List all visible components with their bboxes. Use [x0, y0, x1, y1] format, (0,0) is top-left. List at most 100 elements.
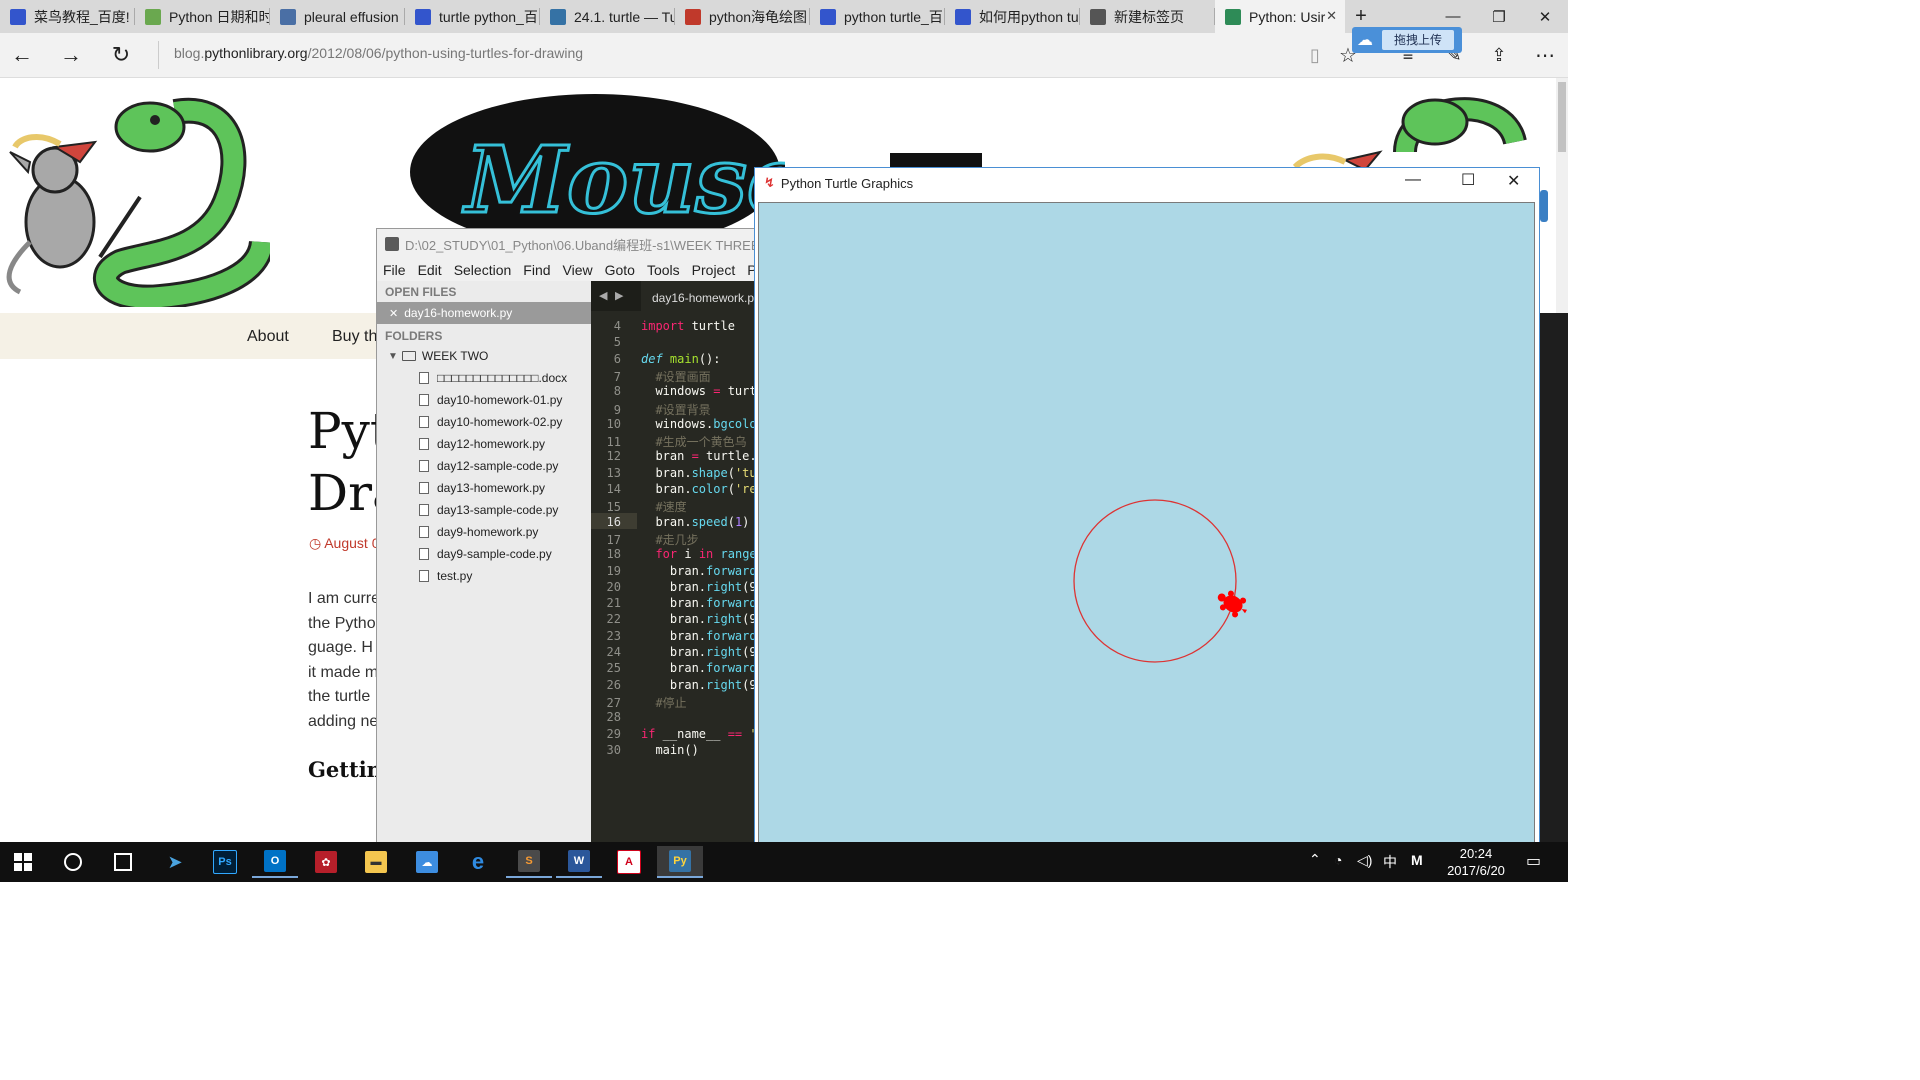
tab-title: Python: Usir [1249, 8, 1326, 25]
code-editor[interactable]: ◀ ▶ day16-homework.py 4 import turtle 5 6 de… [591, 281, 755, 843]
folders-header: FOLDERS [385, 329, 443, 343]
page-button-edge[interactable] [1540, 190, 1548, 222]
menu-project[interactable]: Project [692, 262, 736, 278]
edge-icon[interactable]: e [455, 846, 501, 878]
action-center-icon[interactable]: ▭ [1526, 851, 1541, 871]
sidebar-file-label: day13-sample-code.py [437, 503, 559, 517]
acrobat-icon[interactable]: A [606, 846, 652, 878]
scrollbar-thumb[interactable] [1558, 82, 1566, 152]
sidebar-file-item[interactable]: day12-sample-code.py [377, 455, 591, 477]
baidu-upload-popup[interactable]: ☁ 拖拽上传 [1352, 27, 1462, 53]
browser-tab[interactable]: 新建标签页 [1080, 0, 1215, 33]
editor-tab-active[interactable]: day16-homework.py [641, 281, 755, 311]
sidebar-file-item[interactable]: test.py [377, 565, 591, 587]
browser-tab[interactable]: turtle python_百 [405, 0, 540, 33]
code-line: 9 #设置背景 [613, 402, 711, 417]
turtle-window: ↯ Python Turtle Graphics — ☐ ✕ [754, 167, 1540, 857]
code-line: 7 #设置画面 [613, 369, 711, 384]
tab-title: pleural effusion [304, 8, 399, 25]
mendeley-icon[interactable]: ✿ [303, 846, 349, 878]
open-file-label: day16-homework.py [404, 306, 513, 320]
cortana-icon[interactable] [50, 846, 96, 878]
nav-link-buy[interactable]: Buy th [332, 328, 377, 346]
maximize-icon[interactable]: ☐ [1461, 170, 1475, 190]
browser-tab[interactable]: 菜鸟教程_百度! [0, 0, 135, 33]
word-icon[interactable]: W [556, 846, 602, 878]
menu-goto[interactable]: Goto [605, 262, 635, 278]
browser-tab[interactable]: Python: Usir ✕ [1215, 0, 1345, 33]
folder-item[interactable]: ▼ WEEK TWO [377, 345, 591, 367]
forward-icon[interactable]: → [53, 37, 89, 73]
browser-tab-bar: 菜鸟教程_百度! Python 日期和时 pleural effusion turtl… [0, 0, 1568, 33]
paw-icon [10, 8, 26, 25]
sidebar-file-item[interactable]: day9-sample-code.py [377, 543, 591, 565]
menu-tools[interactable]: Tools [647, 262, 680, 278]
reading-view-icon[interactable]: ▯ [1297, 37, 1333, 73]
menu-edit[interactable]: Edit [418, 262, 442, 278]
nav-link-about[interactable]: About [247, 328, 289, 346]
clock-icon: ◷ [309, 535, 322, 551]
menu-selection[interactable]: Selection [454, 262, 512, 278]
browser-tab[interactable]: pleural effusion [270, 0, 405, 33]
menu-find[interactable]: Find [523, 262, 550, 278]
back-icon[interactable]: ← [4, 37, 40, 73]
page-scrollbar[interactable] [1556, 78, 1568, 313]
outlook-icon[interactable]: O [252, 846, 298, 878]
refresh-icon[interactable]: ↻ [103, 37, 139, 73]
volume-icon[interactable]: ◁) [1357, 852, 1372, 869]
sidebar-file-item[interactable]: □□□□□□□□□□□□□□.docx [377, 367, 591, 389]
sidebar-file-label: □□□□□□□□□□□□□□.docx [437, 371, 568, 385]
browser-tab[interactable]: python海龟绘图 [675, 0, 810, 33]
url-field[interactable]: blog.pythonlibrary.org/2012/08/06/python… [174, 45, 583, 61]
sidebar-file-item[interactable]: day10-homework-01.py [377, 389, 591, 411]
tab-right-arrow-icon[interactable]: ▶ [615, 289, 623, 302]
article-date[interactable]: ◷ August 0 [309, 535, 379, 552]
windows-start-icon[interactable] [0, 846, 46, 878]
tab-left-arrow-icon[interactable]: ◀ [599, 289, 607, 302]
tray-chevron-up-icon[interactable]: ⌃ [1309, 851, 1321, 868]
sidebar-file-item[interactable]: day9-homework.py [377, 521, 591, 543]
browser-tab[interactable]: 24.1. turtle — Tu [540, 0, 675, 33]
file-explorer-icon[interactable]: ▬ [353, 846, 399, 878]
network-icon[interactable]: ◔ [1334, 852, 1342, 868]
sublime-window: D:\02_STUDY\01_Python\06.Uband编程班-s1\WEE… [376, 228, 769, 843]
python-app-icon[interactable]: Py [657, 846, 703, 878]
ime-indicator[interactable]: 中 [1383, 852, 1397, 872]
turtle-canvas[interactable] [758, 202, 1535, 854]
task-view-icon[interactable] [100, 846, 146, 878]
article-body: I am curre the Pytho guage. H it made m … [308, 587, 380, 734]
menu-file[interactable]: File [383, 262, 406, 278]
sidebar-file-item[interactable]: day13-sample-code.py [377, 499, 591, 521]
sidebar-file-item[interactable]: day12-homework.py [377, 433, 591, 455]
window-close-icon[interactable]: ✕ [1522, 0, 1568, 33]
turtle-titlebar[interactable]: ↯ Python Turtle Graphics — ☐ ✕ [755, 168, 1539, 198]
code-line: 8 windows = turt [613, 384, 755, 399]
baidu-netdisk-icon[interactable]: ☁ [404, 846, 450, 878]
tab-close-icon[interactable]: ✕ [1326, 8, 1337, 24]
browser-tab[interactable]: python turtle_百 [810, 0, 945, 33]
share-icon[interactable]: ⇪ [1481, 37, 1517, 73]
b-icon [685, 8, 701, 25]
close-icon[interactable]: ✕ [1507, 171, 1520, 191]
leaf-icon [1225, 8, 1241, 25]
more-icon[interactable]: ⋯ [1527, 37, 1563, 73]
clock[interactable]: 20:24 2017/6/20 [1436, 845, 1516, 879]
window-restore-icon[interactable]: ❐ [1476, 0, 1522, 33]
close-icon[interactable]: ✕ [389, 307, 398, 320]
ime-mode-indicator[interactable]: M [1411, 852, 1423, 868]
sublime-titlebar[interactable]: D:\02_STUDY\01_Python\06.Uband编程班-s1\WEE… [377, 229, 755, 259]
body-line: the turtle [308, 688, 371, 705]
body-line: adding ne [308, 712, 379, 730]
sidebar-file-item[interactable]: day13-homework.py [377, 477, 591, 499]
code-line: 5 [613, 335, 621, 350]
browser-tab[interactable]: 如何用python tu [945, 0, 1080, 33]
menu-view[interactable]: View [563, 262, 593, 278]
sidebar-file-item[interactable]: day10-homework-02.py [377, 411, 591, 433]
open-file-item[interactable]: ✕ day16-homework.py [377, 302, 591, 324]
sublime-text-icon[interactable]: S [506, 846, 552, 878]
photoshop-icon[interactable]: Ps [202, 846, 248, 878]
code-line: 29if __name__ == ' [606, 726, 755, 741]
send-app-icon[interactable]: ➤ [152, 846, 198, 878]
browser-tab[interactable]: Python 日期和时 [135, 0, 270, 33]
minimize-icon[interactable]: — [1405, 171, 1421, 189]
